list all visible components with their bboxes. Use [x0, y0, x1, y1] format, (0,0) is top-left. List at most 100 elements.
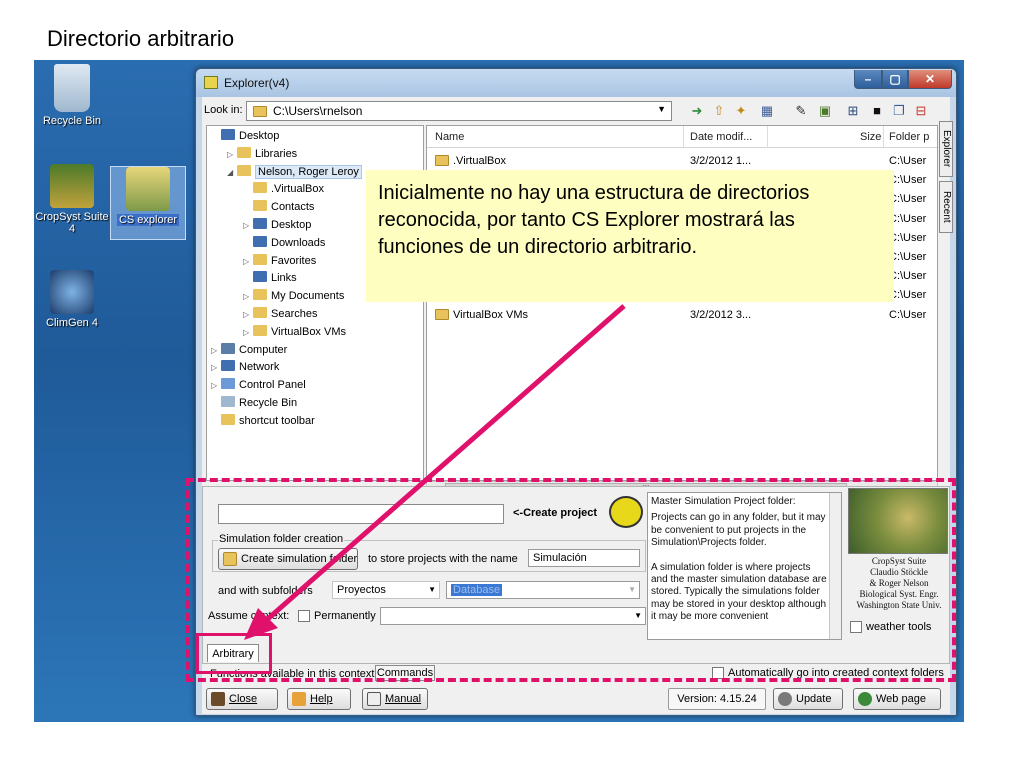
folder-icon [221, 342, 235, 354]
dropdown-arrow-icon[interactable]: ▼ [657, 104, 666, 114]
desktop-icon-label: CropSyst Suite 4 [35, 211, 109, 235]
tree-item[interactable]: ▷ Favorites [243, 253, 316, 269]
column-name[interactable]: Name [435, 131, 464, 143]
new-folder-icon[interactable]: ✦ [732, 102, 750, 119]
back-icon[interactable]: ➜ [688, 102, 706, 119]
minimize-button[interactable]: – [854, 70, 882, 89]
expander-icon[interactable]: ▷ [243, 325, 253, 341]
subfolder-select[interactable]: Proyectos ▼ [332, 581, 440, 599]
tree-item[interactable]: Downloads [243, 235, 325, 251]
folder-icon [253, 106, 267, 117]
expander-icon[interactable]: ◢ [227, 165, 237, 181]
window-icon[interactable]: ❐ [890, 102, 908, 119]
tree-item[interactable]: ◢ Nelson, Roger Leroy [227, 164, 362, 180]
console-icon[interactable]: ■ [868, 102, 886, 119]
tree-item[interactable]: ▷ Desktop [243, 217, 311, 233]
tree-item[interactable]: ▷ Libraries [227, 146, 297, 162]
dropdown-arrow-icon[interactable]: ▼ [628, 582, 636, 598]
update-button[interactable]: Update [773, 688, 843, 710]
tree-item[interactable]: ▷ Searches [243, 306, 317, 322]
file-date: 3/2/2012 1... [690, 155, 752, 167]
tree-item[interactable]: ▷ Control Panel [211, 377, 306, 393]
tree-item[interactable]: .VirtualBox [243, 181, 324, 197]
expander-icon[interactable]: ▷ [211, 378, 221, 394]
tree-item[interactable]: Recycle Bin [211, 395, 297, 411]
close-window-button[interactable]: ✕ [908, 70, 952, 89]
expander-icon[interactable]: ▷ [243, 254, 253, 270]
desktop-icon-label: Recycle Bin [42, 115, 102, 127]
tree-item[interactable]: shortcut toolbar [211, 413, 315, 429]
folder-icon [221, 378, 235, 390]
tab-arbitrary[interactable]: Arbitrary [207, 644, 259, 662]
file-folder: C:\User [889, 270, 927, 283]
logo-line: Washington State Univ. [856, 600, 942, 610]
folder-icon [253, 253, 267, 265]
dropdown-arrow-icon[interactable]: ▼ [634, 608, 642, 624]
create-project-button[interactable] [609, 496, 643, 528]
info-scrollbar[interactable] [829, 493, 841, 639]
help-button[interactable]: Help [287, 688, 351, 710]
tree-item[interactable]: ▷ Computer [211, 342, 287, 358]
expander-icon[interactable]: ▷ [243, 289, 253, 305]
tree-item[interactable]: ▷ Network [211, 359, 279, 375]
info-paragraph: Master Simulation Project folder: [651, 496, 796, 507]
expander-icon[interactable]: ▷ [211, 343, 221, 359]
up-folder-icon[interactable]: ⇧ [710, 102, 728, 119]
expander-icon[interactable]: ▷ [243, 307, 253, 323]
maximize-button[interactable]: ▢ [882, 70, 908, 89]
tab-explorer[interactable]: Explorer [939, 121, 953, 177]
database-select[interactable]: Database ▼ [446, 581, 640, 599]
tree-item[interactable]: Links [243, 270, 297, 286]
column-date[interactable]: Date modif... [690, 131, 752, 143]
manual-button[interactable]: Manual [362, 688, 428, 710]
auto-go-checkbox[interactable] [712, 667, 724, 679]
file-row[interactable]: .VirtualBox 3/2/2012 1... C:\User [427, 152, 937, 170]
project-name-input[interactable] [218, 504, 504, 524]
tab-recent[interactable]: Recent [939, 181, 953, 233]
view-menu-icon[interactable]: ▦ [758, 102, 776, 119]
cropsyst-icon [50, 164, 94, 208]
tree-item-label: Links [271, 272, 297, 285]
column-size[interactable]: Size [860, 131, 881, 143]
folder-icon [253, 235, 267, 247]
desktop-icon-recycle-bin[interactable]: Recycle Bin [34, 64, 110, 127]
desktop-icon-climgen[interactable]: ClimGen 4 [34, 270, 110, 329]
tree-item-label: Network [239, 361, 280, 374]
subfolders-label: and with subfolders [218, 585, 313, 597]
network-icon[interactable]: ⊞ [844, 102, 862, 119]
tree-item[interactable]: ▷ My Documents [243, 288, 344, 304]
edit-icon[interactable]: ✎ [792, 102, 810, 119]
tree-item[interactable]: ▷ VirtualBox VMs [243, 324, 346, 340]
web-page-button[interactable]: Web page [853, 688, 941, 710]
tab-commands[interactable]: Commands [375, 665, 435, 681]
weather-tools-checkbox[interactable] [850, 621, 862, 633]
create-simulation-folder-button[interactable]: Create simulation folder [218, 548, 358, 570]
title-bar[interactable]: Explorer(v4) – ▢ ✕ [196, 69, 956, 97]
dropdown-arrow-icon[interactable]: ▼ [428, 582, 436, 598]
close-button[interactable]: Close [206, 688, 278, 710]
desktop-icon-cropsyst-suite[interactable]: CropSyst Suite 4 [34, 164, 110, 235]
tree-item[interactable]: Desktop [211, 128, 279, 144]
book-icon [367, 692, 381, 706]
expander-icon[interactable]: ▷ [227, 147, 237, 163]
simulation-name-value: Simulación [533, 552, 587, 564]
permanently-checkbox[interactable] [298, 610, 310, 622]
info-text-box[interactable]: Master Simulation Project folder: Projec… [647, 492, 842, 640]
tree-item-label: Control Panel [239, 379, 306, 392]
update-label: Update [796, 693, 832, 705]
context-select[interactable]: ▼ [380, 607, 646, 625]
simulation-name-field[interactable]: Simulación [528, 549, 640, 567]
expander-icon[interactable]: ▷ [243, 218, 253, 234]
desktop-icon-cs-explorer[interactable]: CS explorer [110, 166, 186, 240]
update-icon [778, 692, 792, 706]
folder-icon [253, 307, 267, 318]
door-icon [211, 692, 225, 706]
file-row[interactable]: VirtualBox VMs 3/2/2012 3... C:\User [427, 306, 937, 324]
exit-icon[interactable]: ⊟ [912, 102, 930, 119]
image-icon[interactable]: ▣ [816, 102, 834, 119]
expander-icon[interactable]: ▷ [211, 360, 221, 376]
column-folder[interactable]: Folder p [889, 131, 929, 143]
tree-item[interactable]: Contacts [243, 199, 314, 215]
look-in-combo[interactable]: C:\Users\rnelson ▼ [246, 101, 672, 121]
folder-icon [221, 396, 235, 407]
